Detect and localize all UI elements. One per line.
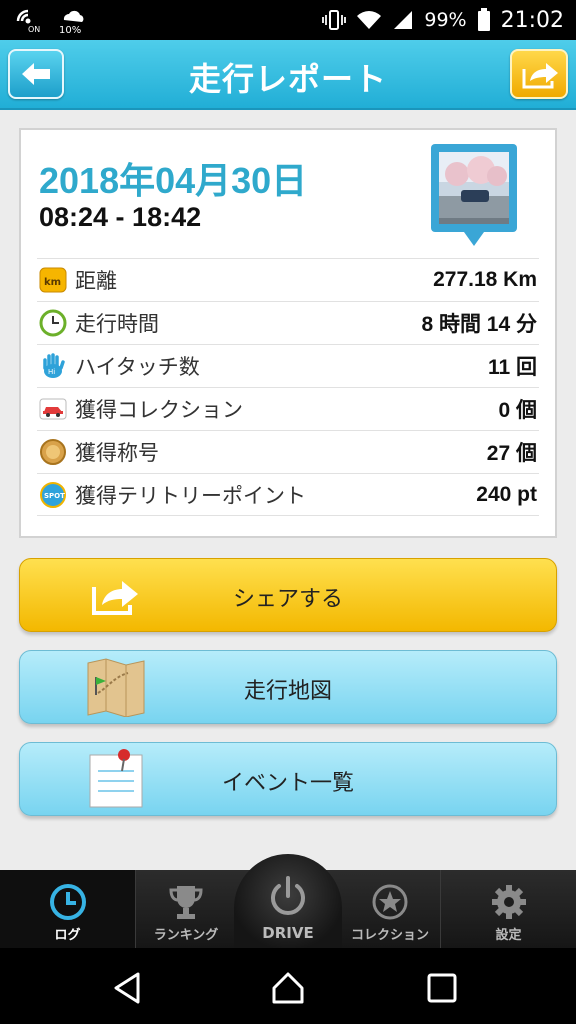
star-circle-icon — [372, 884, 408, 920]
nav-home-icon[interactable] — [268, 968, 308, 1008]
share-button-label: シェアする — [232, 587, 343, 612]
battery-percent: 99% — [424, 9, 467, 31]
drive-button[interactable]: DRIVE — [234, 854, 342, 954]
stat-row-territory: SPOT 獲得テリトリーポイント 240 pt — [37, 473, 539, 516]
battery-icon — [477, 8, 490, 31]
hand-icon: Hi — [43, 353, 65, 378]
svg-text:km: km — [44, 277, 61, 288]
tab-label: 設定 — [495, 928, 522, 943]
tab-label: ランキング — [153, 928, 219, 943]
medal-icon — [40, 439, 66, 465]
wifi-icon — [357, 11, 382, 29]
report-time-range: 08:24 - 18:42 — [39, 202, 202, 232]
stat-label: ハイタッチ数 — [75, 355, 200, 379]
stat-label: 獲得テリトリーポイント — [75, 483, 306, 508]
car-icon — [39, 398, 67, 420]
weather-text: 10% — [59, 25, 81, 34]
route-map-button[interactable]: 走行地図 — [19, 650, 557, 724]
stat-row-distance: km 距離 277.18 Km — [37, 258, 539, 301]
svg-text:SPOT: SPOT — [44, 492, 65, 500]
stat-label: 獲得称号 — [75, 441, 159, 465]
nav-recents-icon[interactable] — [422, 968, 462, 1008]
stat-row-titles: 獲得称号 27 個 — [37, 430, 539, 473]
clock-icon — [39, 309, 67, 337]
report-stats: km 距離 277.18 Km 走行時間 8 時間 14 分 Hi ハイタッチ数… — [37, 258, 539, 516]
spot-icon: SPOT — [40, 481, 66, 508]
drive-photo-thumbnail[interactable] — [431, 144, 517, 256]
route-map-button-label: 走行地図 — [243, 679, 332, 704]
nfc-on-icon: ON — [14, 7, 44, 34]
share-button[interactable]: シェアする — [19, 558, 557, 632]
header-share-button[interactable] — [510, 49, 568, 99]
clock-time: 21:02 — [500, 7, 564, 33]
stat-value: 277.18 Km — [433, 268, 537, 291]
svg-text:ON: ON — [28, 25, 40, 33]
power-icon — [271, 876, 305, 915]
app-header: 走行レポート — [0, 40, 576, 110]
report-card: 2018年04月30日 08:24 - 18:42 km 距離 277.18 K… — [19, 128, 557, 538]
stat-value: 11 回 — [487, 356, 537, 379]
page-title: 走行レポート — [188, 60, 387, 98]
tab-log[interactable]: ログ — [0, 870, 136, 948]
stat-value: 0 個 — [498, 399, 537, 422]
gear-icon — [491, 885, 526, 919]
svg-text:Hi: Hi — [48, 368, 55, 376]
tab-collection[interactable]: コレクション — [340, 870, 440, 948]
stat-row-drive-time: 走行時間 8 時間 14 分 — [37, 301, 539, 344]
stat-value: 240 pt — [476, 482, 537, 506]
stat-value: 8 時間 14 分 — [421, 313, 537, 336]
status-bar: ON 10% 99% 21:02 — [0, 0, 576, 40]
stat-label: 距離 — [75, 269, 117, 293]
tab-label: コレクション — [350, 928, 429, 943]
stat-row-high-touch: Hi ハイタッチ数 11 回 — [37, 344, 539, 387]
event-list-button-label: イベント一覧 — [221, 771, 354, 796]
clock-icon — [49, 884, 86, 920]
nav-back-icon[interactable] — [108, 968, 148, 1008]
stat-label: 走行時間 — [75, 312, 159, 336]
tab-label: ログ — [54, 928, 81, 943]
share-icon — [522, 63, 558, 89]
system-nav-bar — [0, 948, 576, 1024]
weather-icon: 10% — [58, 6, 88, 36]
report-date: 2018年04月30日 — [39, 160, 308, 201]
signal-icon — [394, 11, 413, 29]
stat-value: 27 個 — [486, 442, 537, 465]
trophy-icon — [169, 886, 203, 919]
stat-row-collection: 獲得コレクション 0 個 — [37, 387, 539, 430]
vibrate-icon — [322, 10, 347, 30]
tab-ranking[interactable]: ランキング — [136, 870, 236, 948]
tab-settings[interactable]: 設定 — [440, 870, 576, 948]
stat-label: 獲得コレクション — [75, 398, 243, 422]
main-content: 2018年04月30日 08:24 - 18:42 km 距離 277.18 K… — [0, 110, 576, 870]
event-list-button[interactable]: イベント一覧 — [19, 742, 557, 816]
drive-label: DRIVE — [262, 924, 314, 942]
km-icon: km — [39, 267, 67, 293]
